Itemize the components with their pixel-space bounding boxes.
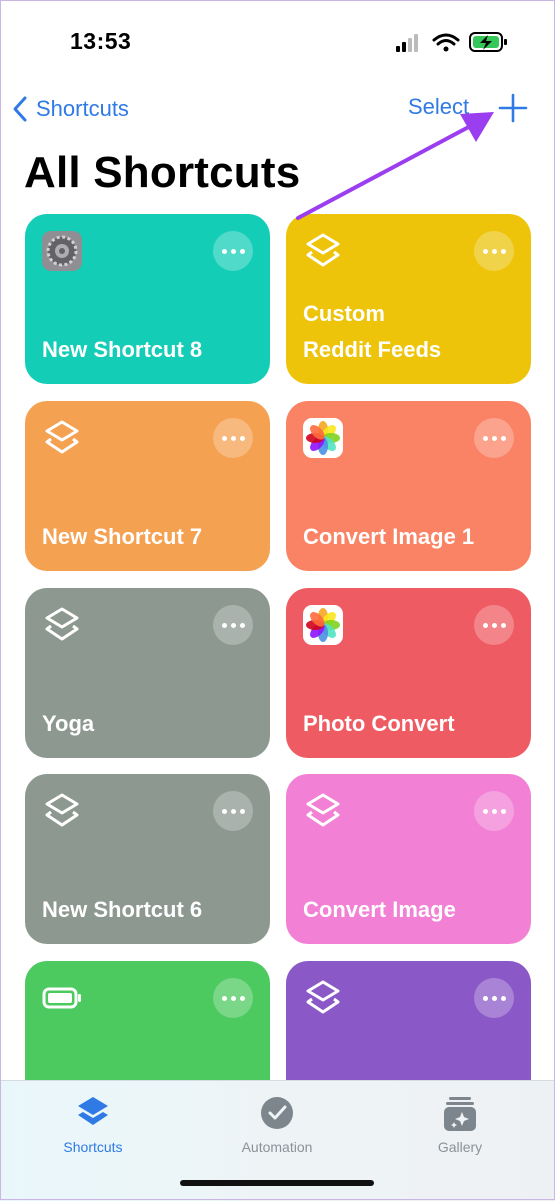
cellular-signal-icon [396,34,418,52]
shortcut-label: New Shortcut 7 [42,524,203,549]
more-button[interactable] [474,605,514,645]
chevron-left-icon [13,96,27,122]
home-indicator [180,1180,374,1186]
shortcut-tile[interactable]: New Shortcut 6 [25,774,270,944]
shortcut-label: Convert Image 1 [303,524,475,549]
shortcut-tile[interactable]: Convert Image [286,774,531,944]
tab-label: Automation [241,1139,313,1155]
more-button[interactable] [213,605,253,645]
add-shortcut-button[interactable] [497,92,529,124]
back-button-label: Shortcuts [36,96,129,121]
shortcuts-layers-icon [306,793,340,827]
tab-automation[interactable]: Automation [217,1089,337,1159]
more-button[interactable] [213,231,253,271]
shortcut-tile[interactable]: Custom Reddit Feeds [286,214,531,384]
shortcuts-layers-icon [45,793,79,827]
photos-app-icon [303,418,343,458]
wifi-icon [432,33,460,52]
more-button[interactable] [474,978,514,1018]
select-button[interactable]: Select [408,94,469,120]
shortcut-tile[interactable]: New Shortcut 8 [25,214,270,384]
status-time: 13:53 [70,28,132,54]
tab-label: Shortcuts [63,1139,123,1155]
battery-charging-icon [469,32,507,52]
more-button[interactable] [474,418,514,458]
gallery-sparkle-icon [444,1097,476,1131]
shortcuts-layers-icon [306,233,340,267]
shortcut-label: Custom Reddit Feeds [303,301,442,362]
back-button[interactable]: Shortcuts [12,92,129,126]
annotation-arrow [296,112,494,220]
plus-icon [498,93,528,123]
status-icons [396,32,507,52]
shortcut-label: Convert Image [303,897,456,922]
shortcut-label: Photo Convert [303,711,455,736]
more-button[interactable] [474,231,514,271]
shortcuts-layers-icon [45,420,79,454]
shortcut-label: New Shortcut 8 [42,337,203,362]
tab-gallery[interactable]: Gallery [400,1089,520,1159]
more-button[interactable] [213,978,253,1018]
tab-shortcuts[interactable]: Shortcuts [33,1089,153,1159]
page-title: All Shortcuts [24,148,301,197]
shortcut-tile[interactable]: Convert Image 1 [286,401,531,571]
settings-app-icon [42,231,82,271]
shortcut-label: Yoga [42,711,95,736]
shortcuts-layers-icon [45,607,79,641]
more-button[interactable] [213,791,253,831]
photos-app-icon [303,605,343,645]
shortcut-label: New Shortcut 6 [42,897,203,922]
battery-icon [42,987,81,1009]
shortcuts-layers-icon [306,980,340,1014]
tab-label: Gallery [437,1139,483,1155]
shortcut-tile[interactable]: New Shortcut 7 [25,401,270,571]
shortcuts-layers-icon [78,1097,108,1125]
more-button[interactable] [213,418,253,458]
clock-check-icon [261,1097,293,1129]
more-button[interactable] [474,791,514,831]
shortcut-tile[interactable]: Photo Convert [286,588,531,758]
shortcut-tile[interactable]: Yoga [25,588,270,758]
